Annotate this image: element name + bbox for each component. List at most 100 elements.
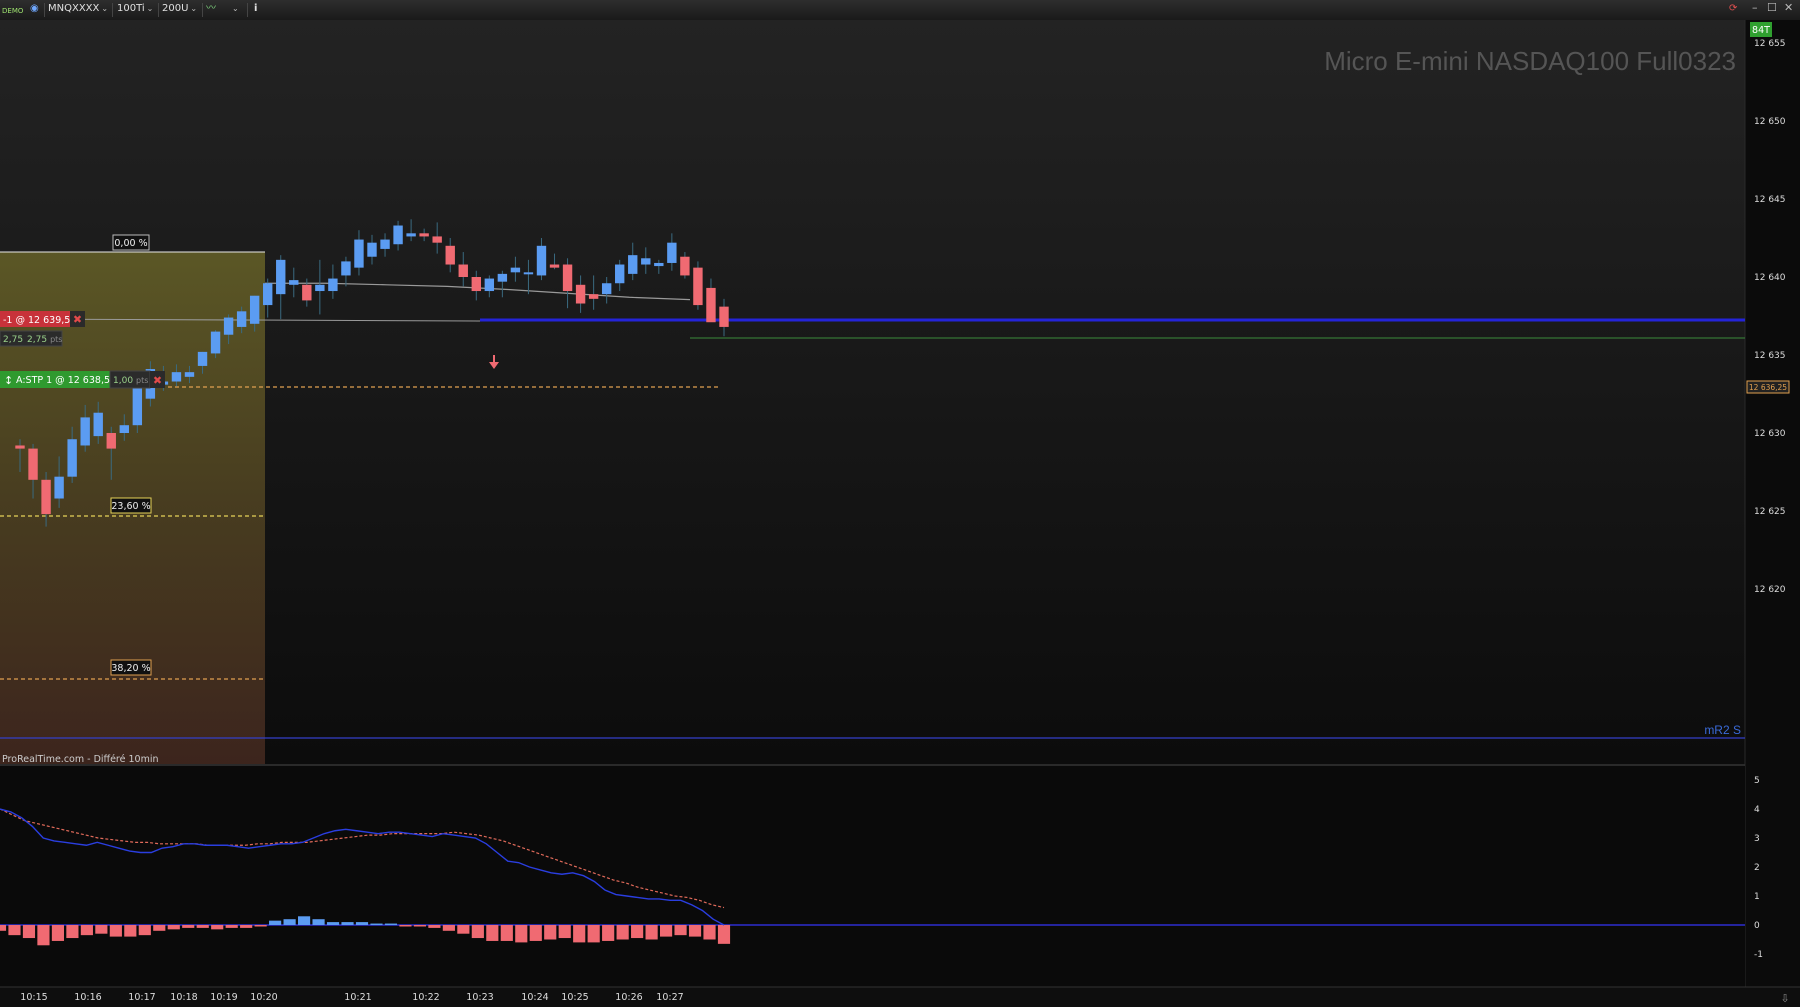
histogram-bar bbox=[312, 919, 325, 925]
symbol-selector[interactable]: MNQXXXX ⌄ bbox=[48, 0, 108, 20]
candle-up bbox=[80, 417, 90, 446]
histogram-bar bbox=[211, 925, 224, 930]
fib-label-38: 38,20 % bbox=[110, 659, 152, 676]
candle-up bbox=[119, 425, 129, 433]
candle-down bbox=[458, 264, 468, 277]
refresh-icon[interactable]: ⟳ bbox=[1729, 0, 1737, 20]
chart-area[interactable]: 0,00 % 23,60 % 38,20 % -1 @ 12 639,50 ✖ … bbox=[0, 20, 1800, 1007]
order-tag-sell[interactable]: -1 @ 12 639,50 ✖ bbox=[0, 311, 85, 327]
svg-text:12 636,25: 12 636,25 bbox=[1749, 383, 1787, 392]
time-tick-label: 10:24 bbox=[521, 992, 548, 1003]
histogram-bar bbox=[326, 922, 340, 925]
time-tick-label: 10:18 bbox=[170, 992, 197, 1003]
histogram-bar bbox=[717, 925, 731, 944]
candle-up bbox=[484, 278, 495, 292]
price-tick-label: 12 625 bbox=[1754, 507, 1786, 517]
chart-title: Micro E-mini NASDAQ100 Full0323 bbox=[1324, 46, 1736, 76]
chevron-down-icon: ⌄ bbox=[101, 4, 109, 13]
candle-down bbox=[575, 284, 586, 304]
histogram-bar bbox=[573, 925, 586, 943]
candle-up bbox=[523, 272, 534, 275]
candle-up bbox=[615, 264, 625, 284]
histogram-bar bbox=[124, 925, 137, 937]
close-icon[interactable]: ✕ bbox=[1784, 1, 1793, 14]
drag-handle-icon: ↕ bbox=[4, 374, 13, 387]
demo-badge: DEMO bbox=[2, 7, 24, 15]
price-tick-label: 12 630 bbox=[1754, 429, 1786, 439]
histogram-bar bbox=[544, 925, 557, 940]
candle-up bbox=[328, 278, 338, 292]
mr2-label: mR2 S bbox=[1704, 723, 1741, 737]
info-button[interactable]: i bbox=[254, 0, 257, 20]
fib-label-23: 23,60 % bbox=[110, 497, 152, 514]
candle-up bbox=[236, 311, 247, 327]
time-tick-label: 10:21 bbox=[344, 992, 371, 1003]
candle-down bbox=[693, 267, 703, 306]
time-tick-label: 10:25 bbox=[561, 992, 588, 1003]
histogram-bar bbox=[384, 923, 398, 926]
histogram-bar bbox=[167, 925, 180, 930]
histogram-bar bbox=[688, 925, 702, 937]
oscillator-tick-label: 5 bbox=[1754, 776, 1760, 786]
histogram-bar bbox=[109, 925, 122, 937]
candle-down bbox=[588, 294, 599, 299]
histogram-bar bbox=[515, 925, 528, 943]
indicator-button[interactable]: 〰 bbox=[206, 0, 216, 20]
histogram-bar bbox=[355, 922, 369, 925]
candle-down bbox=[719, 306, 729, 327]
time-tick-label: 10:20 bbox=[250, 992, 277, 1003]
svg-text:A:STP 1 @ 12 638,50: A:STP 1 @ 12 638,50 bbox=[16, 375, 116, 386]
candle-up bbox=[536, 245, 547, 276]
toolbar: DEMO ◉ MNQXXXX ⌄ 100Ti ⌄ 200U ⌄ 〰 ⌄ i ⟳ – ☐… bbox=[0, 0, 1800, 21]
price-tick-label: 12 640 bbox=[1754, 273, 1786, 283]
chevron-down-icon: ⌄ bbox=[190, 4, 198, 13]
candle-up bbox=[393, 225, 403, 245]
candle-up bbox=[276, 259, 286, 295]
svg-text:✖: ✖ bbox=[73, 313, 82, 326]
candle-up bbox=[667, 242, 677, 263]
candle-down bbox=[41, 479, 51, 515]
candle-down bbox=[302, 284, 312, 301]
histogram-bar bbox=[500, 925, 513, 941]
order-tag-stop[interactable]: ↕ A:STP 1 @ 12 638,50 1,00 pts ✖ bbox=[0, 370, 165, 389]
histogram-bar bbox=[341, 922, 354, 925]
platform-icon[interactable]: ◉ bbox=[30, 0, 39, 20]
histogram-bar bbox=[8, 925, 21, 936]
candle-up bbox=[367, 242, 377, 257]
candle-up bbox=[67, 439, 77, 477]
candle-up bbox=[210, 331, 221, 354]
minimize-icon[interactable]: – bbox=[1752, 1, 1758, 14]
candle-up bbox=[380, 239, 390, 249]
time-tick-label: 10:17 bbox=[128, 992, 155, 1003]
candle-up bbox=[354, 239, 364, 268]
histogram-bar bbox=[297, 916, 311, 925]
period-selector[interactable]: 100Ti ⌄ bbox=[117, 0, 153, 20]
chevron-down-icon: ⌄ bbox=[146, 4, 154, 13]
symbol-label: MNQXXXX bbox=[48, 3, 100, 14]
candle-up bbox=[601, 283, 612, 295]
price-tick-label: 12 655 bbox=[1754, 39, 1786, 49]
histogram-bar bbox=[22, 925, 36, 939]
histogram-bar bbox=[283, 919, 296, 925]
candle-down bbox=[706, 287, 716, 323]
candle-up bbox=[406, 233, 416, 237]
candle-up bbox=[315, 284, 325, 292]
histogram-bar bbox=[428, 925, 441, 928]
candle-up bbox=[54, 476, 64, 499]
histogram-bar bbox=[138, 925, 151, 936]
candle-up bbox=[628, 255, 638, 274]
histogram-bar bbox=[225, 925, 238, 928]
units-selector[interactable]: 200U ⌄ bbox=[162, 0, 197, 20]
candle-down bbox=[562, 264, 573, 292]
period-label: 100Ti bbox=[117, 3, 145, 14]
chevron-down-icon[interactable]: ⌄ bbox=[232, 0, 239, 20]
oscillator-panel bbox=[0, 766, 1745, 987]
candle-up bbox=[263, 283, 273, 306]
candle-down bbox=[15, 445, 25, 449]
settings-icon[interactable]: ⇩ bbox=[1780, 992, 1789, 1005]
histogram-bar bbox=[0, 925, 7, 931]
candle-up bbox=[289, 280, 299, 285]
histogram-bar bbox=[703, 925, 716, 940]
maximize-icon[interactable]: ☐ bbox=[1767, 1, 1777, 14]
histogram-bar bbox=[529, 925, 542, 941]
